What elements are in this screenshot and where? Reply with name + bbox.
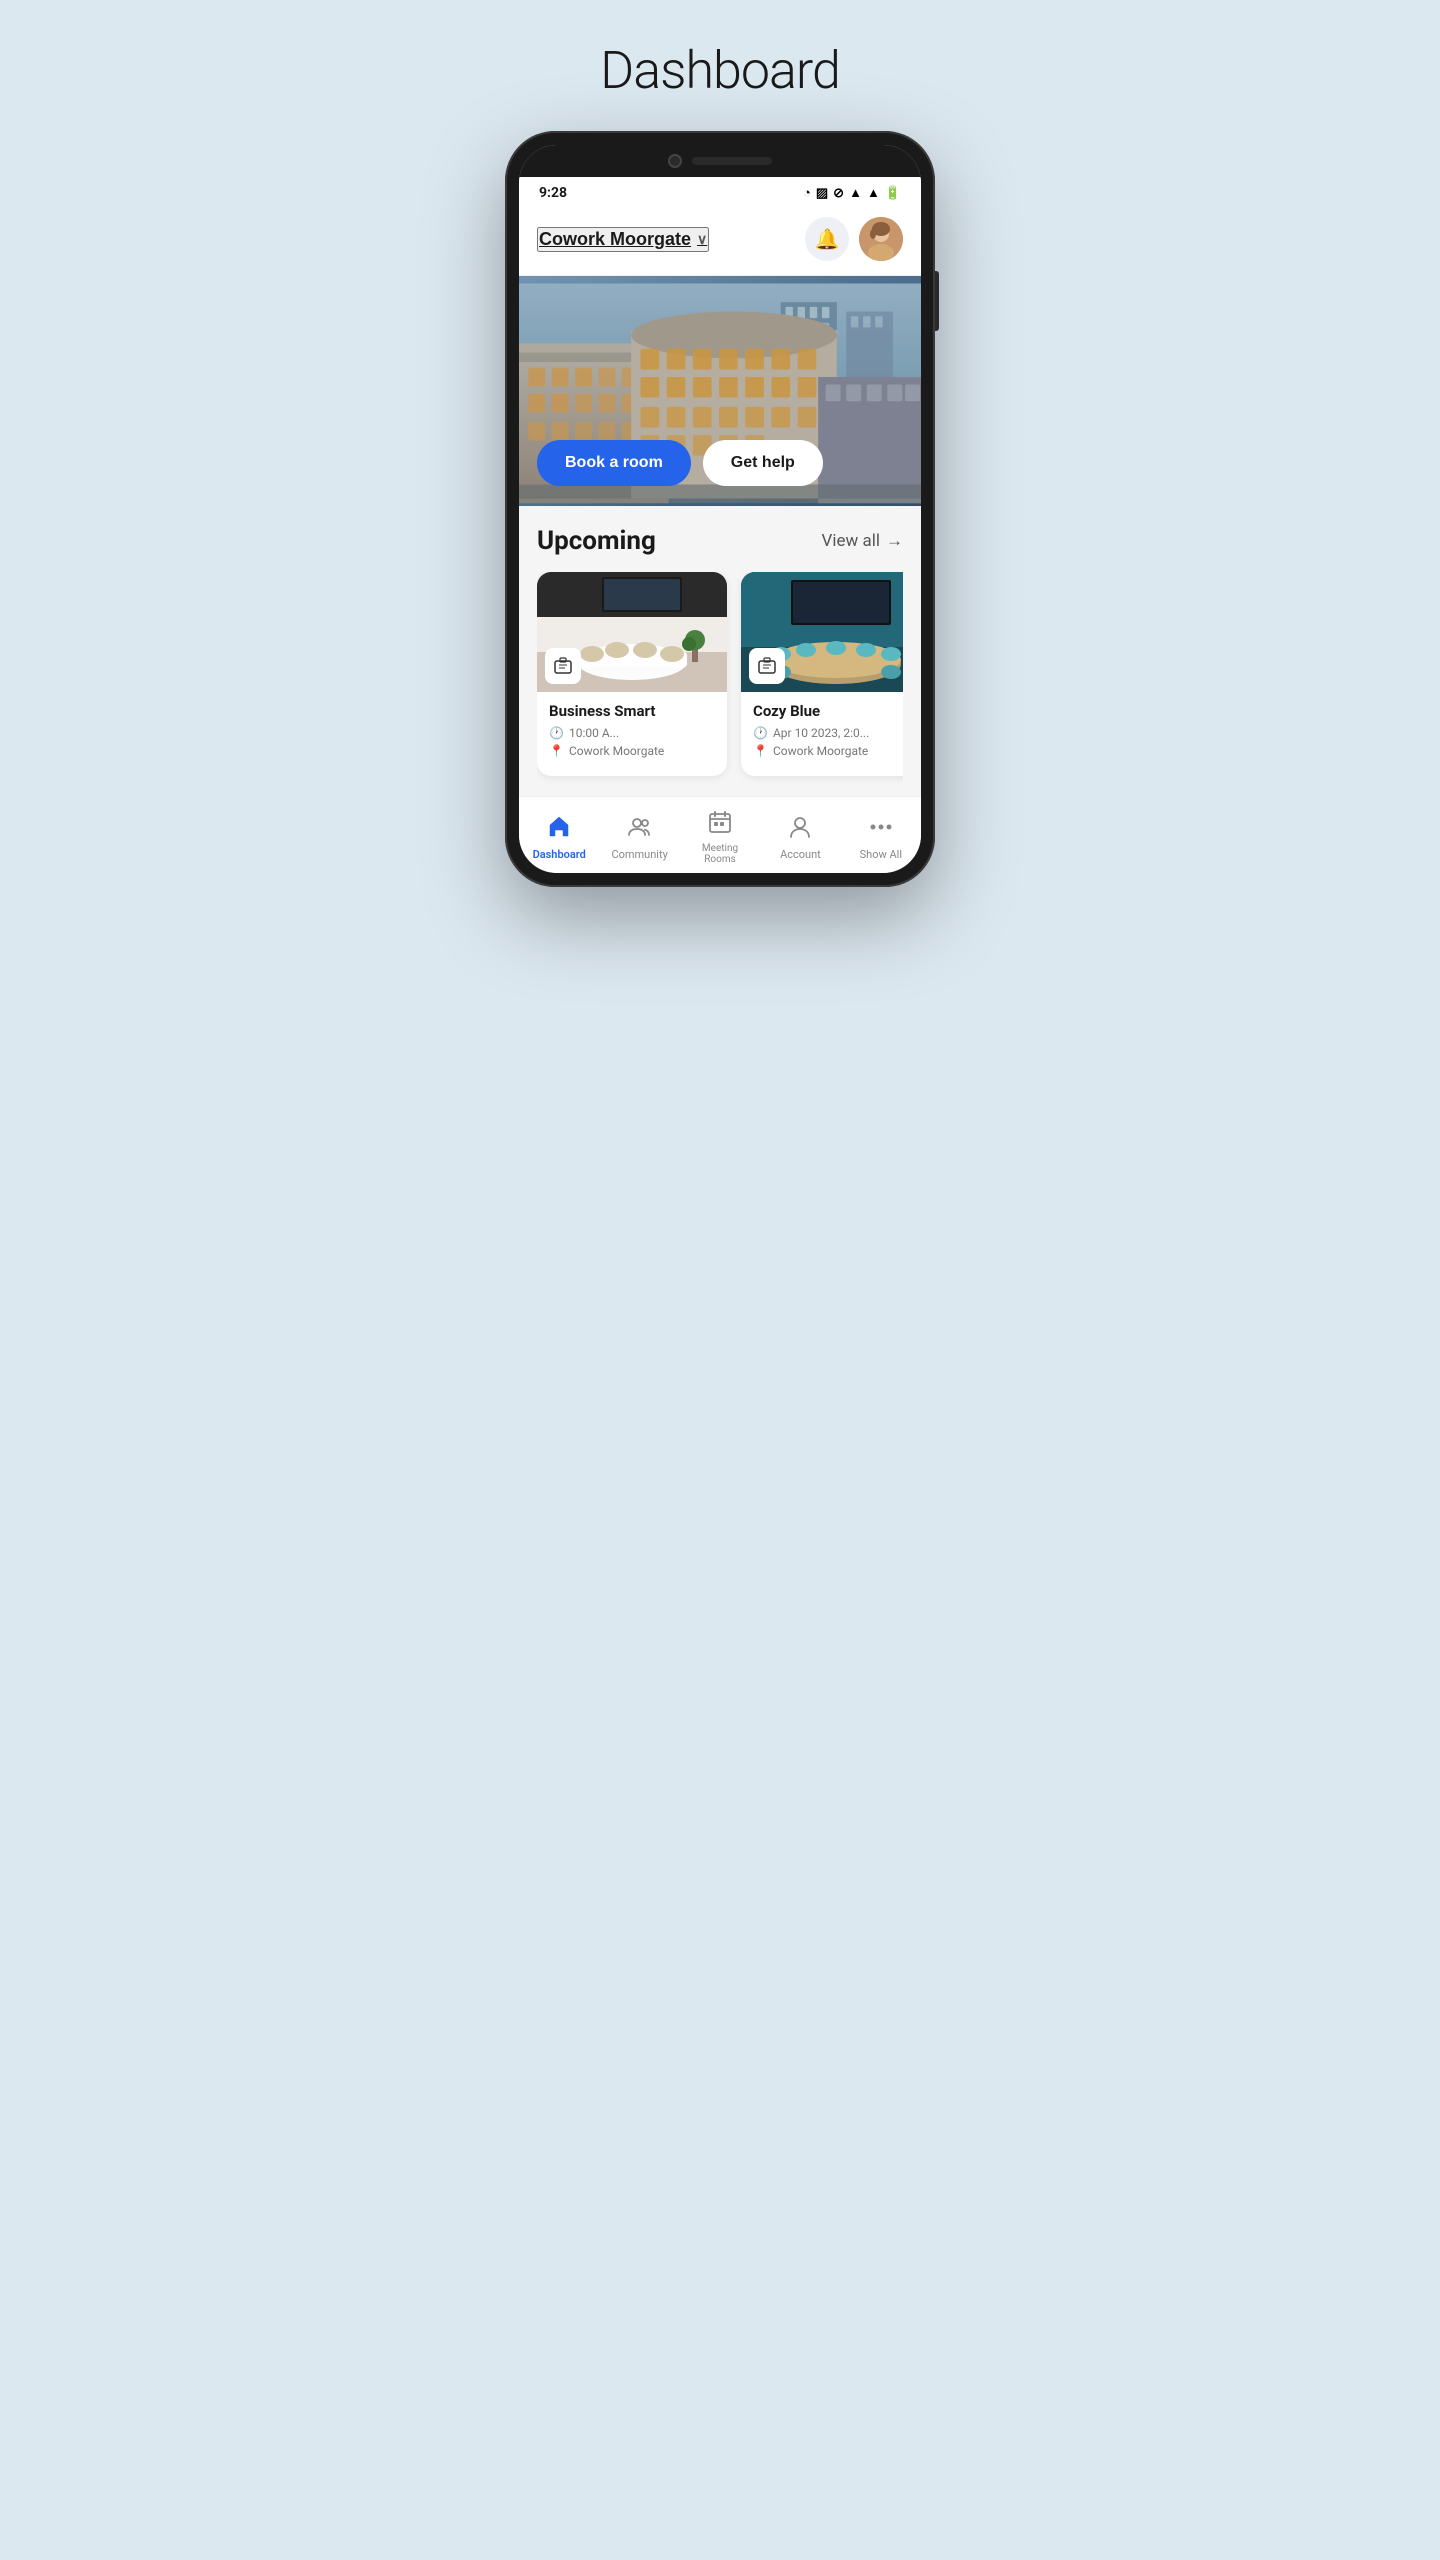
calendar-icon (707, 809, 733, 839)
room-type-badge (545, 648, 581, 684)
view-all-link[interactable]: View all → (822, 531, 903, 551)
app-icon-3: ⊘ (833, 186, 844, 201)
nav-meeting-rooms-label: Meeting Rooms (702, 843, 738, 865)
rooms-scroll[interactable]: Business Smart 🕐 10:00 A... 📍 Cowork Moo… (537, 572, 903, 786)
room-time-value: 10:00 A... (569, 726, 619, 740)
wifi-icon: ▲ (849, 185, 862, 201)
app-header: Cowork Moorgate ∨ 🔔 (519, 207, 921, 276)
phone-notch (519, 145, 921, 177)
book-room-button[interactable]: Book a room (537, 440, 691, 486)
status-time: 9:28 (539, 185, 567, 201)
nav-community-label: Community (611, 848, 667, 861)
volume-button (935, 271, 939, 331)
profile-avatar-button[interactable] (859, 217, 903, 261)
room-location: 📍 Cowork Moorgate (549, 744, 715, 758)
nav-account-label: Account (780, 848, 821, 861)
notification-button[interactable]: 🔔 (805, 217, 849, 261)
location-pin-icon: 📍 (549, 744, 564, 758)
room-card-image (741, 572, 903, 692)
avatar-image (859, 217, 903, 261)
nav-show-all[interactable]: Show All (841, 814, 921, 861)
hero-section: Book a room Get help (519, 276, 921, 506)
arrow-icon: → (886, 531, 903, 551)
nav-dashboard-label: Dashboard (533, 848, 586, 861)
phone-frame: 9:28 ◔ ▨ ⊘ ▲ ▲ 🔋 Cowork Moorgate ∨ 🔔 (505, 131, 935, 887)
room-type-badge (749, 648, 785, 684)
nav-show-all-label: Show All (860, 848, 902, 861)
clock-icon: 🕐 (549, 726, 564, 740)
signal-icon: ▲ (867, 185, 880, 201)
location-selector[interactable]: Cowork Moorgate ∨ (537, 227, 709, 252)
status-bar: 9:28 ◔ ▨ ⊘ ▲ ▲ 🔋 (519, 177, 921, 207)
room-location: 📍 Cowork Moorgate (753, 744, 903, 758)
bell-icon: 🔔 (815, 227, 840, 252)
room-card-info: Cozy Blue 🕐 Apr 10 2023, 2:0... 📍 Cowork… (741, 692, 903, 776)
room-card-info: Business Smart 🕐 10:00 A... 📍 Cowork Moo… (537, 692, 727, 776)
upcoming-header: Upcoming View all → (537, 526, 903, 556)
get-help-button[interactable]: Get help (703, 440, 823, 486)
room-card[interactable]: Business Smart 🕐 10:00 A... 📍 Cowork Moo… (537, 572, 727, 776)
more-icon (868, 814, 894, 844)
room-name: Cozy Blue (753, 702, 903, 720)
chevron-down-icon: ∨ (697, 231, 707, 248)
upcoming-title: Upcoming (537, 526, 656, 556)
nav-account[interactable]: Account (760, 814, 840, 861)
camera-dot (668, 154, 682, 168)
app-icon-1: ◔ (803, 185, 811, 201)
nav-meeting-rooms[interactable]: Meeting Rooms (680, 809, 760, 865)
main-content: Upcoming View all → (519, 506, 921, 796)
hero-buttons: Book a room Get help (537, 440, 823, 486)
community-icon (627, 814, 653, 844)
location-name: Cowork Moorgate (539, 229, 691, 250)
home-icon (546, 814, 572, 844)
room-name: Business Smart (549, 702, 715, 720)
location-pin-icon: 📍 (753, 744, 768, 758)
status-icons: ◔ ▨ ⊘ ▲ ▲ 🔋 (803, 185, 901, 201)
room-location-value: Cowork Moorgate (773, 744, 868, 758)
account-icon (787, 814, 813, 844)
bottom-nav: Dashboard Community (519, 796, 921, 873)
room-time: 🕐 10:00 A... (549, 726, 715, 740)
phone-screen: 9:28 ◔ ▨ ⊘ ▲ ▲ 🔋 Cowork Moorgate ∨ 🔔 (519, 145, 921, 873)
room-card-image (537, 572, 727, 692)
room-time: 🕐 Apr 10 2023, 2:0... (753, 726, 903, 740)
room-location-value: Cowork Moorgate (569, 744, 664, 758)
app-icon-2: ▨ (816, 186, 828, 201)
nav-dashboard[interactable]: Dashboard (519, 814, 599, 861)
view-all-label: View all (822, 531, 880, 551)
page-title: Dashboard (600, 40, 840, 101)
header-actions: 🔔 (805, 217, 903, 261)
clock-icon: 🕐 (753, 726, 768, 740)
speaker-bar (692, 157, 772, 165)
room-time-value: Apr 10 2023, 2:0... (773, 726, 869, 740)
battery-icon: 🔋 (885, 186, 901, 201)
nav-community[interactable]: Community (599, 814, 679, 861)
room-card[interactable]: Cozy Blue 🕐 Apr 10 2023, 2:0... 📍 Cowork… (741, 572, 903, 776)
